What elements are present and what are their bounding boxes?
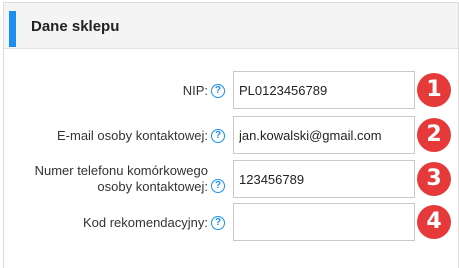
accent-bar: [9, 11, 16, 47]
phone-input[interactable]: [233, 160, 415, 198]
step-badge-3: 3: [417, 162, 451, 196]
email-input[interactable]: [233, 116, 415, 154]
panel-title: Dane sklepu: [31, 18, 120, 35]
phone-label: Numer telefonu komórkowego osoby kontakt…: [34, 163, 208, 194]
nip-input[interactable]: [233, 71, 415, 109]
referral-code-input[interactable]: [233, 203, 415, 241]
step-badge-4: 4: [417, 205, 451, 239]
nip-label: NIP:: [182, 83, 208, 98]
store-data-panel: Dane sklepu NIP: ? 1 E-mail osoby kontak…: [3, 2, 459, 268]
step-badge-1: 1: [417, 73, 451, 107]
email-label: E-mail osoby kontaktowej:: [56, 128, 208, 143]
referral-label: Kod rekomendacyjny:: [82, 215, 208, 230]
phone-help-icon[interactable]: ?: [211, 179, 225, 193]
nip-help-icon[interactable]: ?: [211, 84, 225, 98]
step-badge-2: 2: [417, 118, 451, 152]
referral-help-icon[interactable]: ?: [211, 216, 225, 230]
email-help-icon[interactable]: ?: [211, 129, 225, 143]
panel-header: Dane sklepu: [4, 3, 458, 49]
